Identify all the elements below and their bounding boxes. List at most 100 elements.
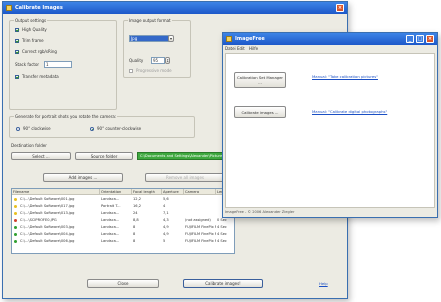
menu-edit[interactable]: Edit: [237, 45, 245, 52]
close-window-button[interactable]: ×: [336, 4, 344, 12]
table-cell: 4 Sec: [217, 239, 227, 243]
menu-datei[interactable]: Datei: [225, 45, 236, 52]
format-select[interactable]: Jpg: [129, 35, 169, 42]
table-cell: Landsca...: [101, 225, 120, 229]
table-header-cell[interactable]: Camera: [184, 189, 216, 195]
second-window-title: ImageFree: [235, 36, 265, 42]
table-cell: (not assigned): [185, 218, 211, 222]
correct-rgb-label: Correct rgb/sRing: [22, 49, 57, 54]
table-cell: C:\...\SCIPROFE0.JPG: [20, 218, 57, 222]
manual-calib-link[interactable]: Manual: "Calibrate digital photographs": [312, 109, 387, 114]
imagefree-content: Calibration Set Manager ... Calibrate im…: [225, 53, 435, 208]
trim-frame-label: Trim frame: [22, 38, 44, 43]
table-cell: 4 Sec: [217, 232, 227, 236]
calibrate-images-button[interactable]: Calibrate images!: [183, 279, 263, 288]
table-cell: FUJIFILM FinePix F0...: [185, 239, 216, 243]
table-cell: Landsca...: [101, 232, 120, 236]
table-cell: Portrait T...: [101, 204, 121, 208]
table-cell: C:\...\Default Software\003.jpg: [20, 225, 75, 229]
transfer-metadata-checkbox[interactable]: [15, 75, 19, 79]
table-cell: C:\...\Default Software\013.jpg: [20, 211, 75, 215]
destination-folder-title: Destination folder: [11, 143, 47, 148]
output-settings-title: Output settings: [14, 18, 48, 23]
status-dot-icon: [14, 240, 17, 243]
clockwise-label: 90° clockwise: [23, 126, 51, 131]
stack-factor-input[interactable]: 1: [44, 61, 72, 68]
quality-label: Quality: [129, 58, 144, 63]
destination-status: C:\Documents and Settings\Alexander\Pict…: [137, 152, 225, 160]
table-cell: 5,6: [163, 197, 169, 201]
close-button[interactable]: Close: [87, 279, 159, 288]
remove-all-images-button[interactable]: Remove all images: [145, 173, 225, 182]
image-table: Filename Orientation Focal length Aperture C…: [11, 188, 235, 254]
menu-bar: Datei Edit Hilfe: [223, 45, 437, 52]
add-images-button[interactable]: Add images ...: [43, 173, 123, 182]
title-bar: Calibrate Images ×: [3, 2, 347, 14]
orientation-group: Generate for portrait shots you rotate t…: [9, 114, 195, 138]
table-header-cell[interactable]: Focal length: [132, 189, 162, 195]
chevron-down-icon[interactable]: ▾: [168, 35, 174, 42]
table-cell: 8: [133, 239, 136, 243]
progressive-mode-checkbox[interactable]: [129, 69, 133, 73]
table-cell: 24: [133, 211, 138, 215]
counter-clockwise-label: 90° counter-clockwise: [97, 126, 142, 131]
clockwise-radio[interactable]: [16, 127, 20, 131]
table-cell: 4: [163, 204, 166, 208]
image-format-group: Image output format Jpg ▾ Quality 95 ↕ P…: [123, 18, 191, 78]
source-folder-button[interactable]: Source folder: [75, 152, 133, 160]
table-cell: 5: [163, 239, 166, 243]
menu-hilfe[interactable]: Hilfe: [249, 45, 258, 52]
high-quality-checkbox[interactable]: [15, 28, 19, 32]
transfer-metadata-label: Transfer metadata: [22, 74, 59, 79]
table-cell: C:\...\Default Software\006.jpg: [20, 239, 75, 243]
trim-frame-checkbox[interactable]: [15, 39, 19, 43]
status-dot-icon: [14, 219, 17, 222]
status-dot-icon: [14, 226, 17, 229]
correct-rgb-checkbox[interactable]: [15, 50, 19, 54]
progressive-mode-label: Progressive mode: [136, 68, 172, 73]
high-quality-label: High Quality: [22, 27, 47, 32]
table-cell: 0 Sec: [217, 218, 227, 222]
table-header-cell[interactable]: Aperture: [162, 189, 184, 195]
table-row[interactable]: C:\...\Default Software\004.jpg Landsca..…: [12, 231, 234, 238]
table-cell: FUJIFILM FinePix F0...: [185, 225, 216, 229]
table-cell: C:\...\Default Software\001.jpg: [20, 197, 75, 201]
manual-set-link[interactable]: Manual: "Take calibration pictures": [312, 74, 378, 79]
second-close-button[interactable]: ×: [426, 35, 434, 43]
table-cell: 12,2: [133, 197, 142, 201]
table-cell: 7,1: [163, 211, 169, 215]
status-text: ImageFree - © 2006 Alexander Ziegler: [225, 210, 295, 214]
quality-input[interactable]: 95: [151, 57, 165, 64]
destination-status-text: C:\Documents and Settings\Alexander\Pict…: [140, 154, 225, 158]
status-dot-icon: [14, 233, 17, 236]
table-row[interactable]: C:\...\Default Software\006.jpg Landsca..…: [12, 238, 234, 245]
table-cell: FUJIFILM FinePix F0...: [185, 232, 216, 236]
quality-spinner[interactable]: ↕: [165, 57, 170, 64]
table-row[interactable]: C:\...\Default Software\003.jpg Landsca..…: [12, 224, 234, 231]
help-link[interactable]: Help: [319, 281, 328, 286]
select-folder-button[interactable]: Select ...: [11, 152, 71, 160]
table-row[interactable]: C:\...\SCIPROFE0.JPG Landsca... 8,8 4,3 (not…: [12, 217, 234, 224]
calibrate-images-launch-button[interactable]: Calibrate images ...: [234, 106, 286, 118]
table-cell: Landsca...: [101, 218, 120, 222]
app-icon: [6, 5, 12, 11]
imagefree-app-icon: [226, 36, 232, 42]
table-header-cell[interactable]: Filename: [12, 189, 100, 195]
table-cell: Landsca...: [101, 197, 120, 201]
table-cell: 8: [133, 232, 136, 236]
imagefree-window: ImageFree _ □ × Datei Edit Hilfe Calibra…: [222, 32, 438, 218]
maximize-button[interactable]: □: [416, 35, 424, 43]
table-header-cell[interactable]: Orientation: [100, 189, 132, 195]
orientation-title: Generate for portrait shots you rotate t…: [14, 114, 118, 119]
table-row[interactable]: C:\...\Default Software\017.jpg Portrait …: [12, 203, 234, 210]
table-cell: 4,3: [163, 218, 169, 222]
calibration-set-manager-button[interactable]: Calibration Set Manager ...: [234, 72, 286, 88]
table-row[interactable]: C:\...\Default Software\001.jpg Landsca..…: [12, 196, 234, 203]
status-dot-icon: [14, 205, 17, 208]
window-title: Calibrate Images: [15, 5, 63, 11]
minimize-button[interactable]: _: [406, 35, 414, 43]
table-cell: 16,2: [133, 204, 142, 208]
counter-clockwise-radio[interactable]: [90, 127, 94, 131]
status-dot-icon: [14, 198, 17, 201]
table-row[interactable]: C:\...\Default Software\013.jpg Landsca..…: [12, 210, 234, 217]
